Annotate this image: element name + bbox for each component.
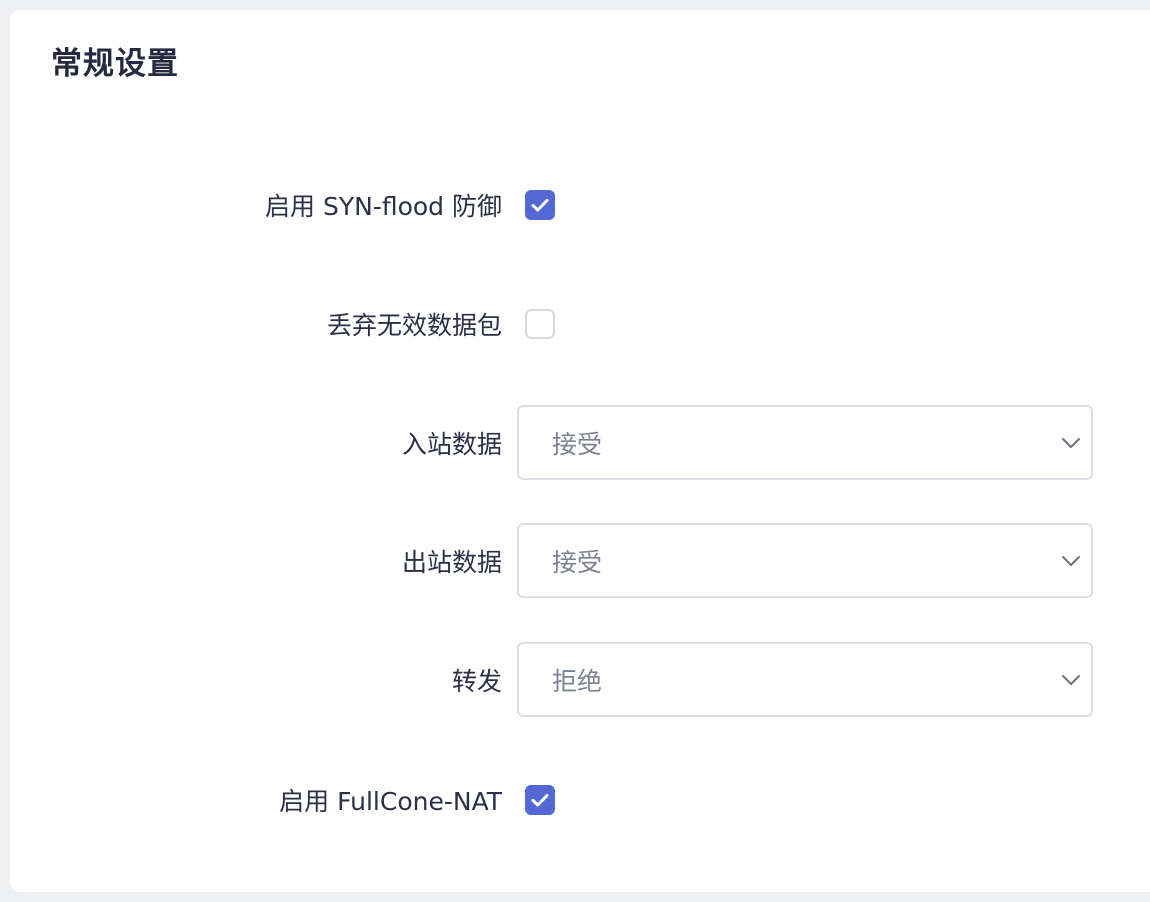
- setting-row-input: 入站数据 接受: [10, 405, 1150, 480]
- setting-row-drop-invalid: 丢弃无效数据包: [10, 306, 1150, 342]
- forward-label: 转发: [451, 666, 502, 696]
- chevron-down-icon: [1062, 437, 1080, 448]
- fullcone-nat-checkbox[interactable]: [525, 785, 555, 815]
- drop-invalid-control: [525, 309, 555, 339]
- general-settings-card: 常规设置 启用 SYN-flood 防御 丢弃无效数据包 入站数据 接受 出站数…: [10, 10, 1150, 892]
- drop-invalid-label: 丢弃无效数据包: [326, 311, 502, 340]
- section-title: 常规设置: [51, 46, 179, 82]
- output-control: 接受: [517, 523, 1093, 598]
- syn-flood-control: [525, 190, 555, 220]
- input-control: 接受: [517, 405, 1093, 480]
- input-select[interactable]: 接受: [517, 405, 1093, 480]
- forward-select-value: 拒绝: [552, 666, 603, 696]
- fullcone-nat-control: [525, 785, 555, 815]
- syn-flood-checkbox[interactable]: [525, 190, 555, 220]
- fullcone-nat-label: 启用 FullCone-NAT: [279, 787, 502, 816]
- forward-control: 拒绝: [517, 642, 1093, 717]
- output-label: 出站数据: [401, 547, 502, 577]
- output-select[interactable]: 接受: [517, 523, 1093, 598]
- input-select-value: 接受: [552, 429, 603, 459]
- setting-row-fullcone-nat: 启用 FullCone-NAT: [10, 782, 1150, 818]
- setting-row-syn-flood: 启用 SYN-flood 防御: [10, 187, 1150, 223]
- setting-row-forward: 转发 拒绝: [10, 642, 1150, 717]
- checkmark-icon: [531, 794, 549, 807]
- checkmark-icon: [531, 199, 549, 212]
- input-label: 入站数据: [401, 429, 502, 459]
- chevron-down-icon: [1062, 674, 1080, 685]
- chevron-down-icon: [1062, 555, 1080, 566]
- setting-row-output: 出站数据 接受: [10, 523, 1150, 598]
- drop-invalid-checkbox[interactable]: [525, 309, 555, 339]
- forward-select[interactable]: 拒绝: [517, 642, 1093, 717]
- output-select-value: 接受: [552, 547, 603, 577]
- syn-flood-label: 启用 SYN-flood 防御: [265, 192, 502, 221]
